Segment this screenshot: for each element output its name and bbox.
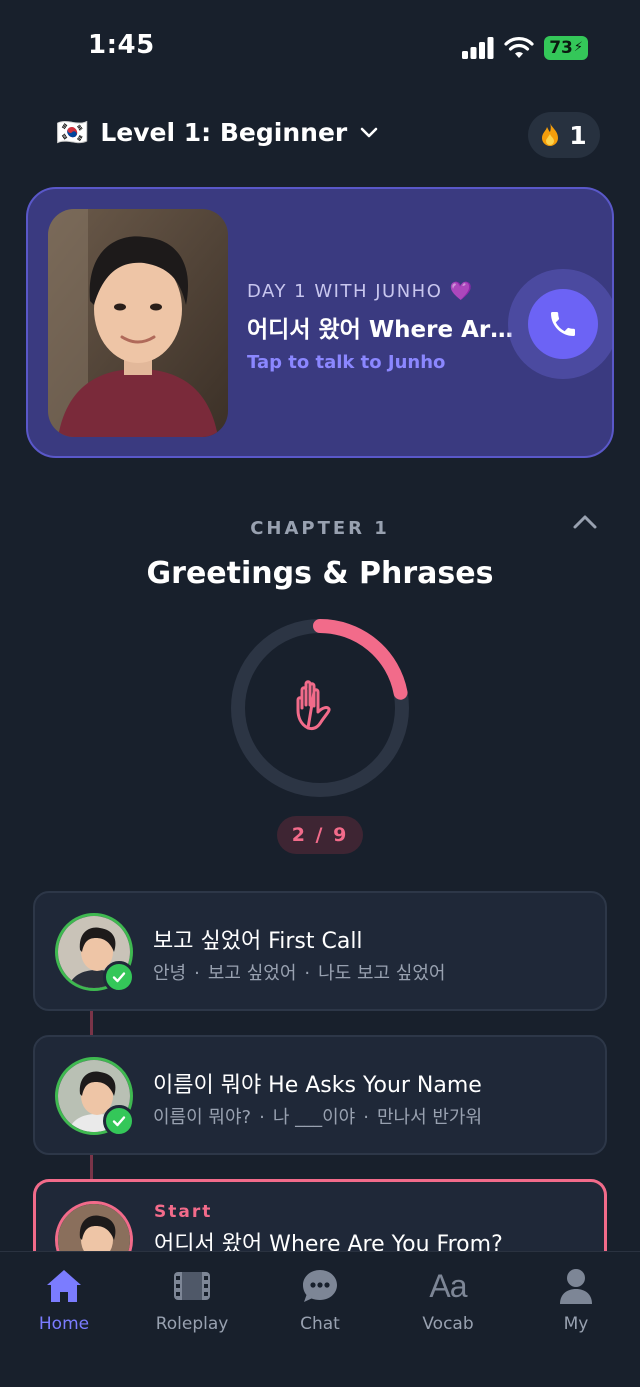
chapter-title: Greetings & Phrases — [146, 556, 494, 591]
call-day-label: DAY 1 WITH JUNHO 💜 — [247, 281, 474, 302]
lesson-phrase: 안녕 — [153, 963, 187, 984]
person-icon — [556, 1266, 596, 1306]
battery-indicator: 73 ⚡ — [544, 36, 588, 60]
status-bar: 1:45 73 ⚡ — [0, 0, 640, 96]
flame-icon — [542, 123, 559, 146]
phrase-separator: · — [304, 963, 311, 984]
tab-label: Vocab — [422, 1314, 474, 1334]
call-title: 어디서 왔어 Where Are You From? — [247, 317, 517, 343]
chapter-progress-count: 2 / 9 — [277, 816, 363, 854]
completed-check-badge — [103, 1105, 135, 1137]
tab-my[interactable]: My — [512, 1252, 640, 1387]
home-icon — [44, 1266, 84, 1306]
lesson-phrase: 만나서 반가워 — [376, 1107, 483, 1128]
tab-vocab[interactable]: Aa Vocab — [384, 1252, 512, 1387]
charging-bolt-icon: ⚡ — [573, 40, 583, 55]
korea-flag-icon: 🇰🇷 — [56, 117, 89, 148]
lesson-phrases: 이름이 뭐야? · 나 ___이야 · 만나서 반가워 — [153, 1103, 482, 1129]
tab-label: Home — [38, 1314, 90, 1334]
status-time: 1:45 — [88, 30, 155, 60]
lesson-title: 이름이 뭐야 He Asks Your Name — [153, 1073, 482, 1098]
film-icon — [172, 1266, 212, 1306]
checkmark-icon — [112, 972, 126, 983]
status-icons: 73 ⚡ — [462, 36, 588, 60]
streak-count: 1 — [569, 120, 587, 150]
completed-check-badge — [103, 961, 135, 993]
text-aa-icon: Aa — [429, 1267, 467, 1304]
chat-bubble-icon — [300, 1266, 340, 1306]
streak-badge[interactable]: 1 — [528, 112, 600, 158]
tab-label: Roleplay — [155, 1314, 229, 1334]
wifi-icon — [504, 37, 534, 58]
junho-portrait — [48, 209, 228, 437]
call-card[interactable]: DAY 1 WITH JUNHO 💜 어디서 왔어 Where Are You … — [26, 187, 614, 458]
phone-icon — [551, 312, 575, 336]
lesson-start-label: Start — [154, 1202, 213, 1222]
checkmark-icon — [112, 1116, 126, 1127]
cellular-signal-icon — [462, 37, 494, 59]
lesson-connector — [90, 1155, 93, 1180]
lesson-phrase: 나도 보고 싶었어 — [318, 963, 446, 984]
lesson-connector — [90, 1011, 93, 1036]
collapse-chapter-button[interactable] — [568, 510, 602, 534]
call-button-halo — [508, 269, 612, 379]
tab-roleplay[interactable]: Roleplay — [128, 1252, 256, 1387]
chevron-up-icon — [573, 515, 597, 529]
lesson-card-your-name[interactable]: 이름이 뭐야 He Asks Your Name 이름이 뭐야? · 나 ___이야… — [33, 1035, 607, 1155]
header: 🇰🇷 Level 1: Beginner 1 — [56, 112, 600, 160]
lesson-avatar — [55, 1201, 133, 1251]
tab-label: My — [563, 1314, 589, 1334]
call-card-text: DAY 1 WITH JUNHO 💜 어디서 왔어 Where Are You … — [247, 281, 517, 373]
tab-home[interactable]: Home — [0, 1252, 128, 1387]
chevron-down-icon — [360, 127, 378, 137]
chapter-label: CHAPTER 1 — [250, 518, 390, 539]
lesson-title: 어디서 왔어 Where Are You From? — [154, 1232, 503, 1251]
chapter-progress-ring — [228, 616, 412, 800]
lesson-phrase: 나 ___이야 — [272, 1107, 356, 1128]
lesson-phrase: 보고 싶었어 — [207, 963, 297, 984]
phrase-separator: · — [259, 1107, 265, 1128]
lesson-title: 보고 싶었어 First Call — [153, 929, 363, 954]
call-subtitle: Tap to talk to Junho — [247, 352, 446, 373]
bottom-tab-bar: Home Roleplay Chat Aa Vocab My — [0, 1251, 640, 1387]
phrase-separator: · — [363, 1107, 369, 1128]
phrase-separator: · — [194, 963, 200, 984]
level-label: Level 1: Beginner — [100, 118, 348, 147]
hand-wave-icon — [296, 680, 331, 731]
tab-label: Chat — [300, 1314, 340, 1334]
call-button[interactable] — [528, 289, 598, 359]
tab-chat[interactable]: Chat — [256, 1252, 384, 1387]
battery-level: 73 — [549, 38, 573, 58]
level-selector[interactable]: 🇰🇷 Level 1: Beginner — [56, 118, 379, 147]
lesson-phrases: 안녕 · 보고 싶었어 · 나도 보고 싶었어 — [153, 959, 446, 985]
lesson-card-where-from[interactable]: Start 어디서 왔어 Where Are You From? — [33, 1179, 607, 1251]
lesson-phrase: 이름이 뭐야? — [153, 1107, 252, 1128]
lesson-card-first-call[interactable]: 보고 싶었어 First Call 안녕 · 보고 싶었어 · 나도 보고 싶었어 — [33, 891, 607, 1011]
